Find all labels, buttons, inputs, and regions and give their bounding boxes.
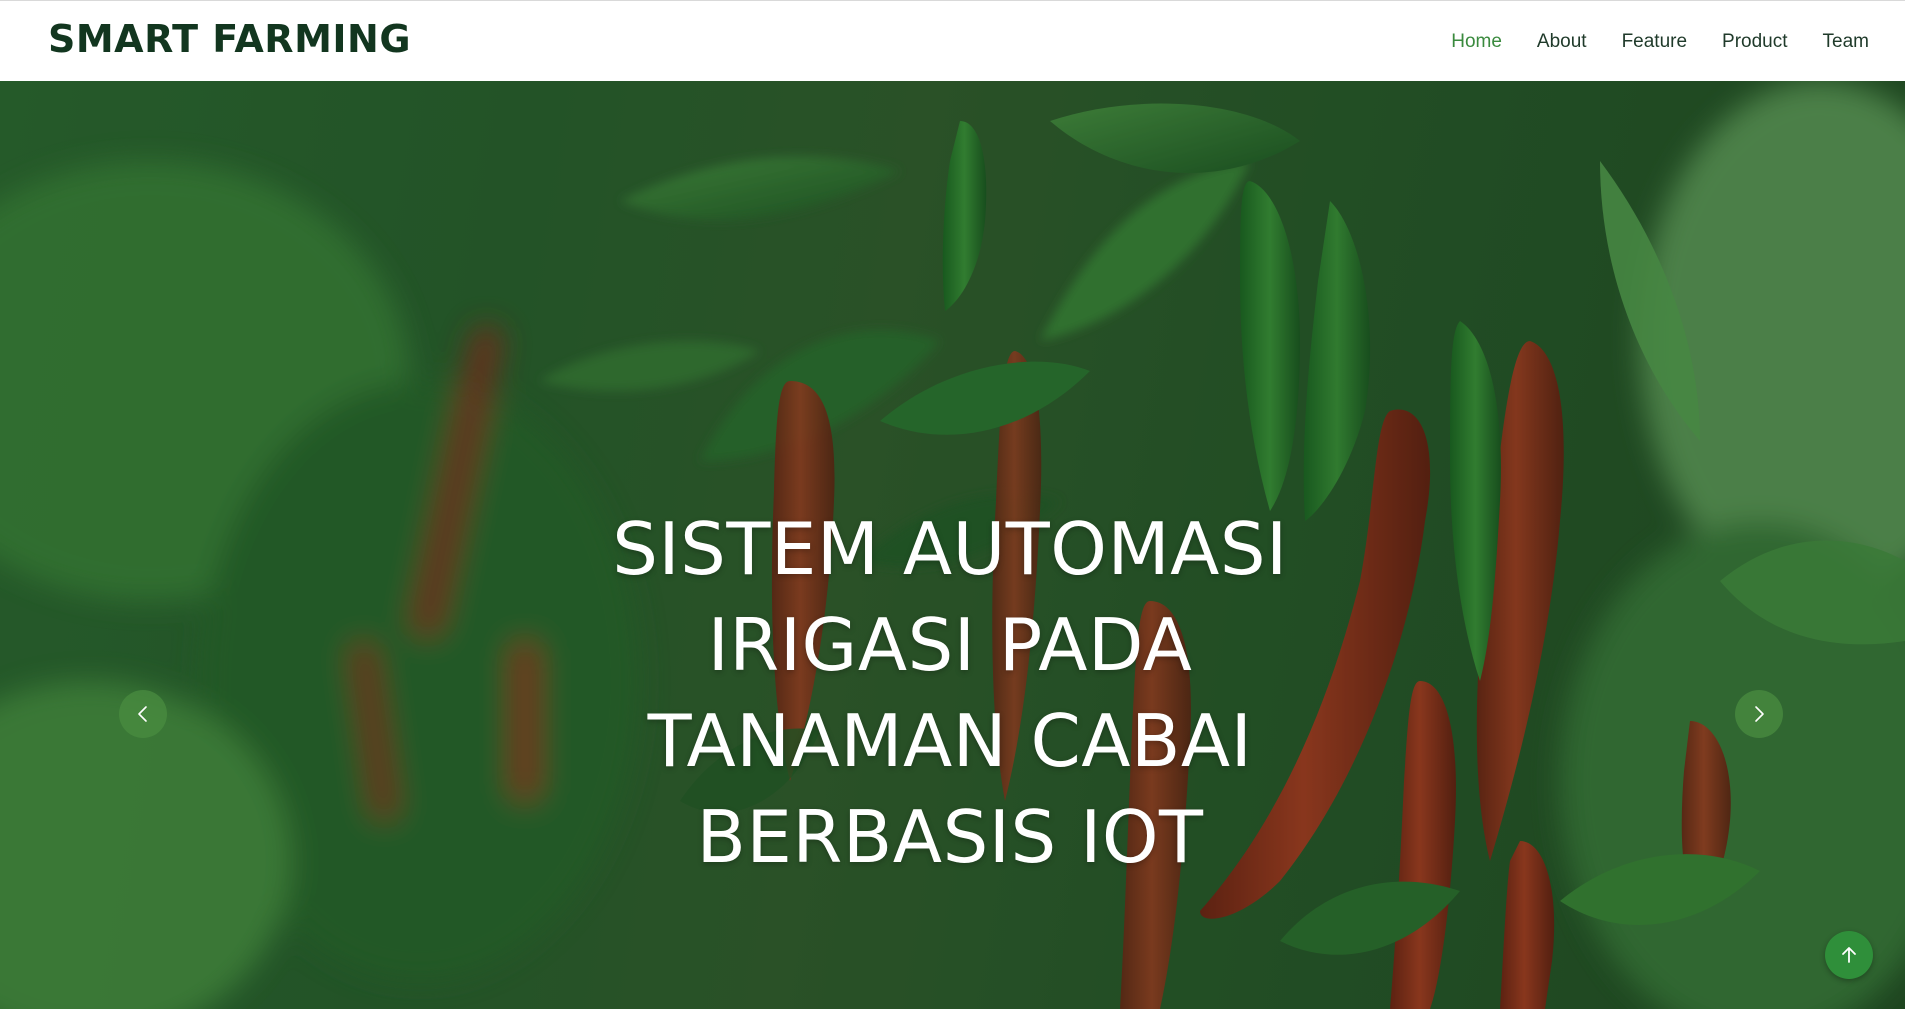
- nav-feature[interactable]: Feature: [1622, 31, 1687, 53]
- nav-product[interactable]: Product: [1722, 31, 1787, 53]
- nav-about[interactable]: About: [1537, 31, 1587, 53]
- hero-carousel: SISTEM AUTOMASI IRIGASI PADA TANAMAN CAB…: [0, 81, 1905, 1009]
- site-logo[interactable]: SMART FARMING: [48, 17, 411, 61]
- carousel-prev-button[interactable]: [119, 690, 167, 738]
- nav-home[interactable]: Home: [1451, 31, 1502, 53]
- hero-title-line-3: TANAMAN CABAI: [647, 699, 1253, 783]
- site-header: SMART FARMING Home About Feature Product…: [0, 0, 1905, 81]
- carousel-next-button[interactable]: [1735, 690, 1783, 738]
- hero-title-line-1: SISTEM AUTOMASI: [612, 507, 1288, 591]
- hero-title-line-2: IRIGASI PADA: [707, 603, 1193, 687]
- main-nav: Home About Feature Product Team: [1451, 31, 1869, 53]
- chevron-right-icon: [1755, 706, 1764, 722]
- back-to-top-button[interactable]: [1825, 931, 1873, 979]
- chevron-left-icon: [138, 706, 147, 722]
- nav-team[interactable]: Team: [1823, 31, 1869, 53]
- hero-title-line-4: BERBASIS IOT: [696, 795, 1204, 879]
- hero-title: SISTEM AUTOMASI IRIGASI PADA TANAMAN CAB…: [560, 501, 1340, 885]
- arrow-up-icon: [1842, 947, 1856, 963]
